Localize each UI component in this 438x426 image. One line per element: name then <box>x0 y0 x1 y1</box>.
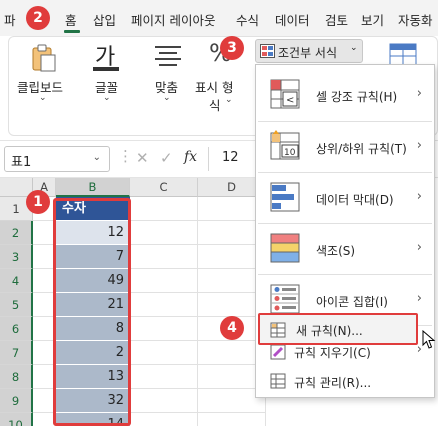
name-box[interactable]: 표1 ⌄ <box>4 146 110 172</box>
chevron-right-icon: › <box>416 240 422 255</box>
tab-review[interactable]: 검토 <box>325 10 348 29</box>
menu-item-label: 규칙 관리(R)... <box>294 376 372 390</box>
menu-divider <box>258 223 432 224</box>
formula-divider <box>208 147 209 171</box>
formula-input[interactable]: 12 <box>222 150 239 165</box>
paste-icon <box>32 44 56 72</box>
active-tab-indicator <box>64 30 80 33</box>
ribbon-tabs: 파 홈 삽입 페이지 레이아웃 수식 데이터 검토 보기 자동화 <box>0 0 438 36</box>
menu-item-color-scales[interactable]: 색조(S) › <box>256 225 434 271</box>
column-header-c[interactable]: C <box>130 178 198 197</box>
row-header[interactable]: 2 <box>0 221 33 245</box>
grid-cell[interactable] <box>130 413 198 426</box>
menu-item-data-bars[interactable]: 데이터 막대(D) › <box>256 174 434 220</box>
callout-badge-3: 3 <box>220 36 244 60</box>
menu-item-label: 규칙 지우기(C) <box>294 346 371 360</box>
chevron-right-icon: › <box>416 189 422 204</box>
manage-rules-icon <box>270 373 286 389</box>
grid-cell[interactable] <box>130 197 198 221</box>
chevron-down-icon: ⌄ <box>39 93 47 103</box>
column-header-b[interactable]: B <box>56 178 130 197</box>
row-header[interactable]: 9 <box>0 389 33 413</box>
align-icon <box>155 46 181 66</box>
chevron-down-icon: ⌄ <box>92 152 101 163</box>
tab-home[interactable]: 홈 <box>65 10 77 29</box>
highlight-rules-icon: < <box>270 79 300 109</box>
conditional-formatting-menu: < 셀 강조 규칙(H) › 10 상위/하위 규칙(T) › 데이터 막대(D… <box>255 64 435 398</box>
tab-page-layout[interactable]: 페이지 레이아웃 <box>131 10 215 29</box>
grid-cell[interactable] <box>130 365 198 389</box>
conditional-formatting-label: 조건부 서식 <box>278 46 338 60</box>
grid-cell[interactable] <box>130 269 198 293</box>
grid-cell[interactable] <box>130 389 198 413</box>
svg-text:10: 10 <box>284 148 296 158</box>
chevron-down-icon: ⌄ <box>225 95 233 105</box>
tab-view[interactable]: 보기 <box>361 10 384 29</box>
alignment-group[interactable]: 맞춤 ⌄ <box>143 37 193 137</box>
grid-cell[interactable] <box>198 413 266 426</box>
font-color-bar <box>93 67 119 71</box>
grid-cell[interactable] <box>130 221 198 245</box>
tab-data[interactable]: 데이터 <box>275 10 310 29</box>
number-format-label-1: 표시 형 <box>195 80 234 95</box>
mouse-cursor-icon <box>422 330 436 349</box>
insert-function-icon[interactable]: fx <box>184 149 197 165</box>
menu-item-label: 셀 강조 규칙(H) <box>316 90 398 104</box>
chevron-right-icon: › <box>416 291 422 306</box>
row-header[interactable]: 4 <box>0 269 33 293</box>
menu-item-label: 새 규칙(N)... <box>296 324 363 338</box>
number-format-label-2: 식 <box>209 98 221 113</box>
svg-text:<: < <box>286 95 294 106</box>
name-box-value: 표1 <box>11 155 32 170</box>
menu-item-highlight-rules[interactable]: < 셀 강조 규칙(H) › <box>256 73 434 117</box>
clipboard-group[interactable]: 클립보드 ⌄ <box>15 37 71 137</box>
tab-file[interactable]: 파 <box>4 10 16 29</box>
tab-formulas[interactable]: 수식 <box>236 10 259 29</box>
callout-badge-2: 2 <box>26 6 50 30</box>
menu-item-top-bottom[interactable]: 10 상위/하위 규칙(T) › <box>256 123 434 169</box>
chevron-right-icon: › <box>416 86 422 101</box>
icon-sets-icon <box>270 284 300 314</box>
enter-icon[interactable]: ✓ <box>160 149 173 167</box>
font-group[interactable]: 가 글꼴 ⌄ <box>81 37 131 137</box>
grid-cell[interactable] <box>130 317 198 341</box>
callout-badge-4: 4 <box>220 316 244 340</box>
callout-badge-1: 1 <box>26 190 50 214</box>
conditional-formatting-button[interactable]: 조건부 서식 ⌄ <box>255 39 363 63</box>
cancel-icon[interactable]: ✕ <box>136 149 149 167</box>
row-header[interactable]: 6 <box>0 317 33 341</box>
menu-item-label: 아이콘 집합(I) <box>316 295 388 309</box>
menu-divider <box>258 274 432 275</box>
data-bars-icon <box>270 182 300 212</box>
menu-item-label: 데이터 막대(D) <box>316 193 394 207</box>
grid-cell[interactable] <box>130 341 198 365</box>
selection-highlight-box <box>53 198 131 426</box>
clear-rules-icon <box>270 344 286 360</box>
tab-insert[interactable]: 삽입 <box>93 10 116 29</box>
row-header[interactable]: 7 <box>0 341 33 365</box>
chevron-down-icon: ⌄ <box>163 93 171 103</box>
conditional-formatting-icon <box>260 44 275 58</box>
top-bottom-icon: 10 <box>270 130 300 160</box>
chevron-down-icon: ⌄ <box>350 43 358 53</box>
more-icon: ⋮ <box>118 147 133 165</box>
menu-item-label: 상위/하위 규칙(T) <box>316 142 407 156</box>
chevron-right-icon: › <box>416 138 422 153</box>
menu-item-label: 색조(S) <box>316 244 356 258</box>
tab-automate[interactable]: 자동화 <box>398 10 433 29</box>
grid-cell[interactable] <box>130 245 198 269</box>
chevron-down-icon: ⌄ <box>103 93 111 103</box>
color-scales-icon <box>270 233 300 263</box>
row-header[interactable]: 8 <box>0 365 33 389</box>
row-header[interactable]: 5 <box>0 293 33 317</box>
menu-item-new-rule[interactable]: 새 규칙(N)... <box>258 313 418 345</box>
menu-divider <box>258 121 432 122</box>
row-header[interactable]: 3 <box>0 245 33 269</box>
grid-cell[interactable] <box>130 293 198 317</box>
new-rule-icon <box>270 322 286 338</box>
menu-item-manage-rules[interactable]: 규칙 관리(R)... <box>256 369 434 393</box>
menu-divider <box>258 172 432 173</box>
row-header[interactable]: 10 <box>0 413 33 426</box>
